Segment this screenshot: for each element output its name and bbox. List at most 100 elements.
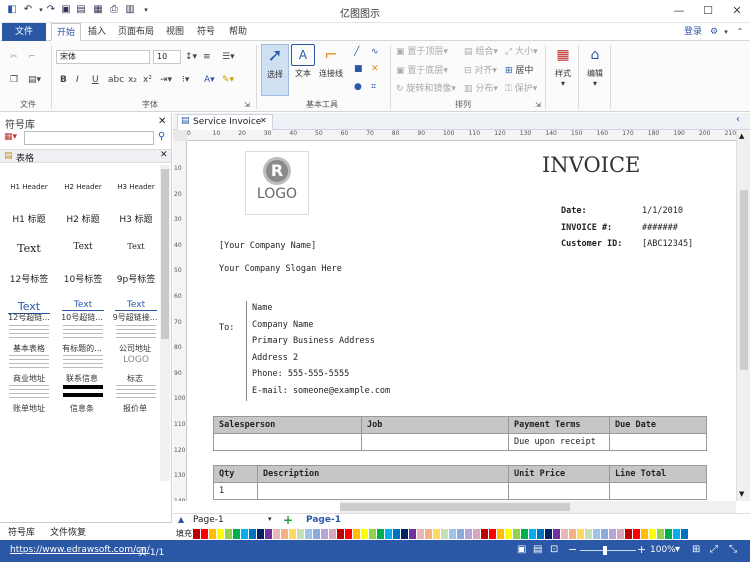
color-swatch[interactable] bbox=[257, 529, 264, 539]
color-swatch[interactable] bbox=[601, 529, 608, 539]
color-swatch[interactable] bbox=[681, 529, 688, 539]
color-swatch[interactable] bbox=[393, 529, 400, 539]
underline-icon[interactable]: U bbox=[92, 74, 99, 86]
font-family-select[interactable]: 宋体 bbox=[56, 50, 150, 64]
tab-insert[interactable]: 插入 bbox=[83, 23, 111, 41]
settings-gear-icon[interactable]: ⚙ bbox=[707, 23, 721, 41]
copy-icon[interactable]: ❐ bbox=[10, 74, 18, 86]
rotate-mirror-button[interactable]: ↻ 旋转和镜像▾ bbox=[396, 83, 456, 95]
customer-id-value[interactable]: [ABC12345] bbox=[642, 239, 693, 249]
distribute-button[interactable]: ▥ 分布▾ bbox=[464, 83, 498, 95]
redo-icon[interactable]: ↷ bbox=[45, 4, 57, 16]
close-icon[interactable]: ✕ bbox=[726, 3, 748, 19]
website-link[interactable]: https://www.edrawsoft.com/cn/ bbox=[10, 545, 150, 555]
zoom-level[interactable]: 100% bbox=[650, 545, 676, 555]
view-page-icon[interactable]: ▣ bbox=[517, 544, 526, 555]
save-icon[interactable]: ▦ bbox=[92, 4, 104, 16]
bullets-icon[interactable]: ⁝▾ bbox=[182, 74, 189, 86]
panel-close-icon[interactable]: ✕ bbox=[158, 116, 166, 127]
color-swatch[interactable] bbox=[649, 529, 656, 539]
color-swatch[interactable] bbox=[537, 529, 544, 539]
page-nav-up-icon[interactable]: ▲ bbox=[178, 515, 184, 524]
color-swatch[interactable] bbox=[313, 529, 320, 539]
tab-file[interactable]: 文件 bbox=[2, 23, 46, 41]
search-icon[interactable]: ⚲ bbox=[158, 131, 165, 142]
invoice-number-value[interactable]: ####### bbox=[642, 223, 678, 233]
shape-preview[interactable] bbox=[63, 354, 103, 371]
shape-preview[interactable]: LOGO bbox=[110, 355, 162, 365]
undo-icon[interactable]: ↶ bbox=[22, 4, 34, 16]
shape-preview[interactable]: Text bbox=[110, 242, 162, 251]
paste-icon[interactable]: ▤▾ bbox=[28, 74, 41, 86]
format-painter-icon[interactable]: ⌐ bbox=[28, 51, 36, 63]
color-swatch[interactable] bbox=[425, 529, 432, 539]
font-color-icon[interactable]: A▾ bbox=[204, 74, 215, 86]
present-icon[interactable]: ⤡ bbox=[729, 544, 737, 555]
zoom-out-icon[interactable]: − bbox=[568, 543, 577, 556]
table-cell[interactable]: 1 bbox=[213, 482, 258, 500]
color-swatch[interactable] bbox=[465, 529, 472, 539]
protect-button[interactable]: ⚿ 保护▾ bbox=[505, 83, 537, 95]
shape-preview[interactable]: 10号标签 bbox=[57, 272, 109, 285]
shape-preview[interactable]: H3 Header bbox=[110, 183, 162, 191]
color-swatch[interactable] bbox=[457, 529, 464, 539]
scroll-down-icon[interactable]: ▼ bbox=[739, 490, 744, 498]
color-swatch[interactable] bbox=[633, 529, 640, 539]
size-button[interactable]: ⤢ 大小▾ bbox=[505, 46, 538, 58]
bring-front-button[interactable]: ▣ 置于顶层▾ bbox=[396, 46, 448, 58]
color-swatch[interactable] bbox=[353, 529, 360, 539]
color-swatch[interactable] bbox=[513, 529, 520, 539]
font-size-select[interactable]: 10 bbox=[153, 50, 181, 64]
color-swatch[interactable] bbox=[361, 529, 368, 539]
color-swatch[interactable] bbox=[481, 529, 488, 539]
zoom-in-icon[interactable]: + bbox=[637, 543, 646, 556]
select-tool-button[interactable]: ➚ 选择 bbox=[261, 44, 289, 96]
shape-preview[interactable]: Text bbox=[3, 242, 55, 255]
shape-preview[interactable] bbox=[116, 385, 156, 402]
ribbon-collapse-icon[interactable]: ⌃ bbox=[734, 23, 746, 41]
color-swatch[interactable] bbox=[433, 529, 440, 539]
color-swatch[interactable] bbox=[473, 529, 480, 539]
shape-preview[interactable] bbox=[9, 385, 49, 402]
date-value[interactable]: 1/1/2010 bbox=[642, 206, 683, 216]
shape-preview[interactable]: Text bbox=[62, 300, 104, 312]
table-cell[interactable] bbox=[257, 482, 509, 500]
color-swatch[interactable] bbox=[401, 529, 408, 539]
shape-preview[interactable]: H1 标题 bbox=[3, 212, 55, 225]
indent-icon[interactable]: ⇥▾ bbox=[160, 74, 172, 86]
section-close-icon[interactable]: ✕ bbox=[160, 150, 168, 160]
shape-preview[interactable]: Text bbox=[57, 242, 109, 252]
salesperson-table[interactable]: Salesperson Job Payment Terms Due Date D… bbox=[213, 416, 707, 451]
color-swatch[interactable] bbox=[265, 529, 272, 539]
highlight-icon[interactable]: ✎▾ bbox=[222, 74, 234, 86]
fit-width-icon[interactable]: ⊡ bbox=[550, 544, 558, 555]
color-swatch[interactable] bbox=[217, 529, 224, 539]
color-swatch[interactable] bbox=[273, 529, 280, 539]
color-swatch[interactable] bbox=[225, 529, 232, 539]
shape-preview[interactable]: H2 标题 bbox=[57, 212, 109, 225]
zoom-slider[interactable] bbox=[580, 550, 636, 551]
color-swatch[interactable] bbox=[569, 529, 576, 539]
shape-preview[interactable]: H1 Header bbox=[3, 183, 55, 191]
fit-page-icon[interactable]: ⊞ bbox=[692, 544, 700, 555]
vertical-scroll-thumb[interactable] bbox=[740, 190, 748, 370]
line-icon[interactable]: ╱ bbox=[354, 46, 359, 58]
zoom-slider-handle[interactable] bbox=[603, 546, 607, 555]
color-swatch[interactable] bbox=[577, 529, 584, 539]
font-dialog-icon[interactable]: ⇲ bbox=[244, 99, 250, 111]
table-cell[interactable] bbox=[508, 482, 610, 500]
color-swatch[interactable] bbox=[209, 529, 216, 539]
new-icon[interactable]: ▣ bbox=[60, 4, 72, 16]
tab-symbol[interactable]: 符号 bbox=[193, 23, 219, 41]
color-swatch[interactable] bbox=[305, 529, 312, 539]
color-swatch[interactable] bbox=[657, 529, 664, 539]
color-swatch[interactable] bbox=[297, 529, 304, 539]
color-swatch[interactable] bbox=[609, 529, 616, 539]
color-swatch[interactable] bbox=[585, 529, 592, 539]
maximize-icon[interactable]: ☐ bbox=[697, 3, 719, 19]
bold-icon[interactable]: B bbox=[60, 74, 67, 86]
company-slogan[interactable]: Your Company Slogan Here bbox=[219, 264, 342, 274]
color-swatch[interactable] bbox=[561, 529, 568, 539]
tab-home[interactable]: 开始 bbox=[51, 23, 81, 41]
color-swatch[interactable] bbox=[497, 529, 504, 539]
